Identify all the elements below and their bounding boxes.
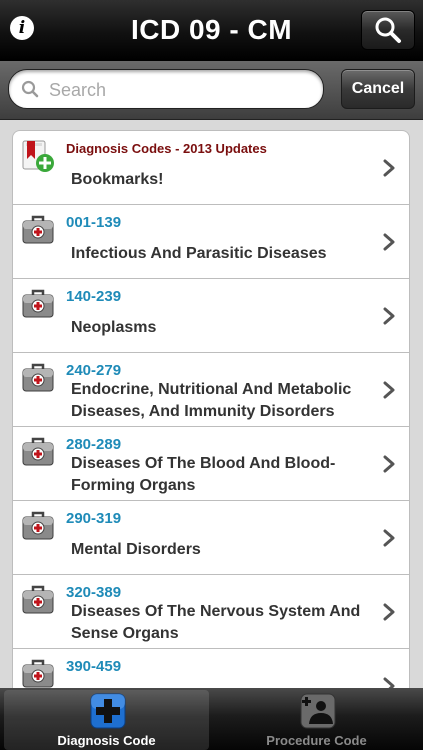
row-title: Mental Disorders: [71, 541, 201, 558]
search-button[interactable]: [361, 10, 415, 50]
medical-bag-icon: [22, 659, 54, 688]
row-code: 390-459: [66, 658, 122, 675]
chevron-right-icon: [383, 381, 395, 399]
chevron-right-icon: [383, 307, 395, 325]
chevron-right-icon: [383, 455, 395, 473]
list-item[interactable]: Diagnosis Codes - 2013 Updates Bookmarks…: [12, 130, 410, 204]
medical-bag-icon: [22, 437, 54, 466]
list-item[interactable]: 320-389 Diseases Of The Nervous System A…: [12, 574, 410, 648]
category-list[interactable]: Diagnosis Codes - 2013 Updates Bookmarks…: [12, 130, 410, 688]
page-title: ICD 09 - CM: [130, 14, 293, 45]
chevron-right-icon: [383, 677, 395, 688]
chevron-right-icon: [383, 529, 395, 547]
search-icon: [375, 17, 401, 43]
tab-bar: Diagnosis Code Procedure Code: [0, 688, 423, 750]
tab-diagnosis-code[interactable]: Diagnosis Code: [4, 690, 209, 750]
magnifier-icon: [21, 80, 39, 98]
list-item[interactable]: 290-319 Mental Disorders: [12, 500, 410, 574]
list-item[interactable]: 140-239 Neoplasms: [12, 278, 410, 352]
tab-procedure-code[interactable]: Procedure Code: [214, 690, 419, 750]
medical-bag-icon: [22, 511, 54, 540]
row-title: Diseases Of The Nervous System And Sense…: [71, 603, 361, 642]
medical-bag-icon: [22, 215, 54, 244]
row-title: Neoplasms: [71, 319, 157, 336]
search-field[interactable]: [8, 69, 324, 109]
list-item[interactable]: 390-459: [12, 648, 410, 688]
row-title: Endocrine, Nutritional And Metabolic Dis…: [71, 381, 352, 420]
list-item[interactable]: 280-289 Diseases Of The Blood And Blood-…: [12, 426, 410, 500]
tab-label: Procedure Code: [266, 733, 367, 748]
list-item[interactable]: 240-279 Endocrine, Nutritional And Metab…: [12, 352, 410, 426]
row-code: 320-389: [66, 584, 122, 601]
chevron-right-icon: [383, 233, 395, 251]
cancel-button[interactable]: Cancel: [341, 69, 415, 109]
medical-bag-icon: [22, 585, 54, 614]
navigation-bar: i ICD 09 - CM: [0, 0, 423, 61]
row-code: 001-139: [66, 214, 122, 231]
row-title: Infectious And Parasitic Diseases: [71, 245, 327, 262]
list-item[interactable]: 001-139 Infectious And Parasitic Disease…: [12, 204, 410, 278]
row-code: Diagnosis Codes - 2013 Updates: [66, 141, 267, 156]
search-input[interactable]: [47, 74, 311, 106]
medical-bag-icon: [22, 363, 54, 392]
row-title: Diseases Of The Blood And Blood-Forming …: [71, 455, 336, 494]
row-code: 280-289: [66, 436, 122, 453]
search-bar: Cancel: [0, 61, 423, 120]
tab-label: Diagnosis Code: [57, 733, 156, 748]
medical-cross-icon: [90, 693, 126, 729]
chevron-right-icon: [383, 159, 395, 177]
row-code: 140-239: [66, 288, 122, 305]
row-code: 290-319: [66, 510, 122, 527]
bookmark-add-icon: [22, 140, 54, 172]
row-code: 240-279: [66, 362, 122, 379]
row-title: Bookmarks!: [71, 171, 164, 188]
patient-procedure-icon: [300, 693, 336, 729]
chevron-right-icon: [383, 603, 395, 621]
medical-bag-icon: [22, 289, 54, 318]
